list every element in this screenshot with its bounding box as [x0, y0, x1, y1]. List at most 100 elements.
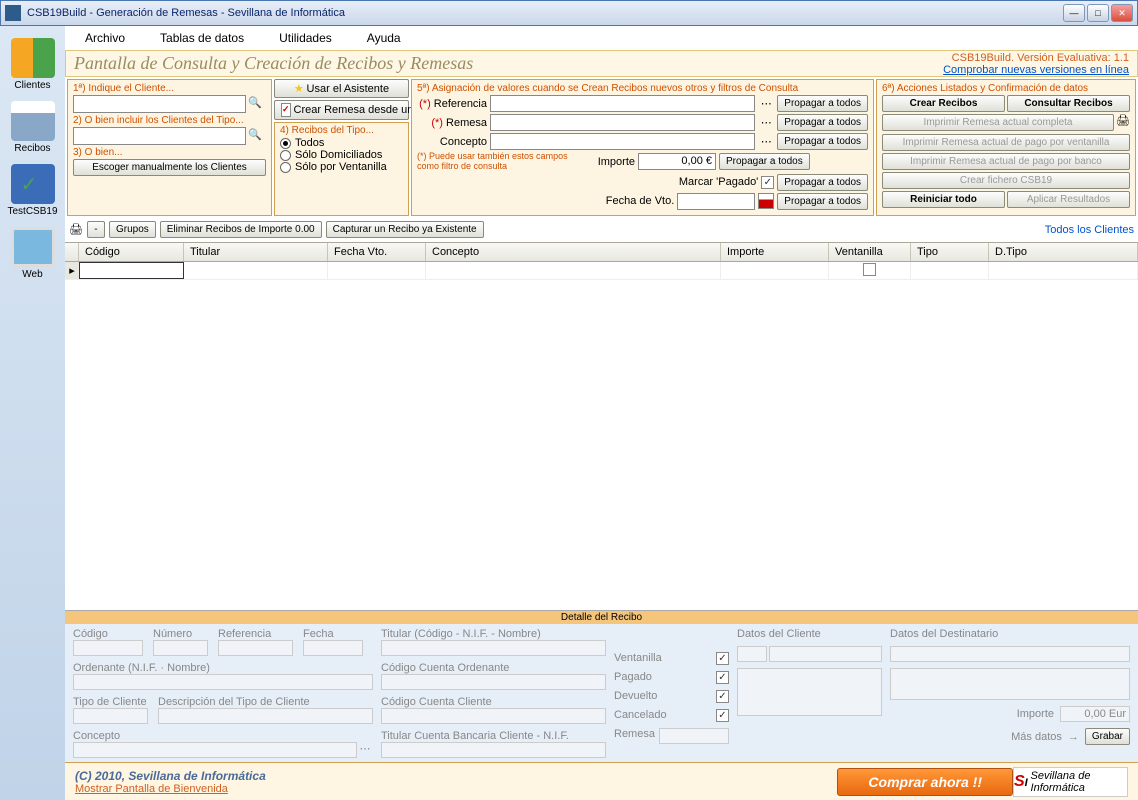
binoculars-icon[interactable]: 🔍: [248, 128, 266, 144]
grid-body[interactable]: ▸: [65, 262, 1138, 610]
grupos-button[interactable]: Grupos: [109, 221, 156, 238]
comprar-button[interactable]: Comprar ahora !!: [837, 768, 1013, 796]
tipo-input[interactable]: [73, 127, 246, 145]
det-remesa-input[interactable]: [659, 728, 729, 744]
imprimir-completa-button[interactable]: Imprimir Remesa actual completa: [882, 114, 1114, 131]
dots-icon[interactable]: ⋯: [758, 116, 774, 129]
printer-icon[interactable]: 🖨: [1116, 114, 1130, 133]
panel-acciones: 6ª) Acciones Listados y Confirmación de …: [876, 79, 1136, 216]
star-icon: ★: [294, 83, 304, 95]
menu-archivo[interactable]: Archivo: [85, 31, 125, 45]
det-can-checkbox[interactable]: [716, 709, 729, 722]
dots-icon[interactable]: ⋯: [758, 97, 774, 110]
det-titular-input[interactable]: [381, 640, 606, 656]
company-logo: SI Sevillana de Informática: [1013, 767, 1128, 797]
remesa-input[interactable]: [490, 114, 755, 131]
reiniciar-button[interactable]: Reiniciar todo: [882, 191, 1005, 208]
radio-todos[interactable]: [280, 138, 291, 149]
radio-domiciliados[interactable]: [280, 150, 291, 161]
fecha-vto-input[interactable]: [677, 193, 755, 210]
menu-utilidades[interactable]: Utilidades: [279, 31, 332, 45]
panel-d-title: 6ª) Acciones Listados y Confirmación de …: [882, 83, 1130, 94]
det-cco-input[interactable]: [381, 674, 606, 690]
det-desc-input[interactable]: [158, 708, 373, 724]
propagar-rem-button[interactable]: Propagar a todos: [777, 114, 868, 131]
panel-asistente: ★ Usar el Asistente ✓Crear Remesa desde …: [274, 79, 409, 216]
crear-recibos-button[interactable]: Crear Recibos: [882, 95, 1005, 112]
det-tipo-input[interactable]: [73, 708, 148, 724]
sidebar-web[interactable]: Web: [5, 223, 61, 284]
aplicar-button[interactable]: Aplicar Resultados: [1007, 191, 1130, 208]
printer-icon[interactable]: 🖨: [69, 223, 83, 236]
maximize-button[interactable]: □: [1087, 4, 1109, 22]
col-ventanilla[interactable]: Ventanilla: [829, 243, 911, 261]
close-button[interactable]: ✕: [1111, 4, 1133, 22]
col-tipo[interactable]: Tipo: [911, 243, 989, 261]
imprimir-ventanilla-button[interactable]: Imprimir Remesa actual de pago por venta…: [882, 134, 1130, 151]
propagar-fv-button[interactable]: Propagar a todos: [777, 193, 868, 210]
det-fecha-input[interactable]: [303, 640, 363, 656]
minimize-button[interactable]: —: [1063, 4, 1085, 22]
det-ref-input[interactable]: [218, 640, 293, 656]
det-ccc-input[interactable]: [381, 708, 606, 724]
left-sidebar: Clientes Recibos ✓ TestCSB19 Web: [0, 26, 65, 800]
menu-tablas[interactable]: Tablas de datos: [160, 31, 244, 45]
consultar-recibos-button[interactable]: Consultar Recibos: [1007, 95, 1130, 112]
col-codigo[interactable]: Código: [79, 243, 184, 261]
det-dev-checkbox[interactable]: [716, 690, 729, 703]
propagar-con-button[interactable]: Propagar a todos: [777, 133, 868, 150]
imprimir-banco-button[interactable]: Imprimir Remesa actual de pago por banco: [882, 153, 1130, 170]
det-importe-input[interactable]: 0,00 Eur: [1060, 706, 1130, 722]
footer: (C) 2010, Sevillana de Informática Mostr…: [65, 762, 1138, 800]
eliminar-cero-button[interactable]: Eliminar Recibos de Importe 0.00: [160, 221, 322, 238]
escoger-clientes-button[interactable]: Escoger manualmente los Clientes: [73, 159, 266, 176]
propagar-imp-button[interactable]: Propagar a todos: [719, 153, 810, 170]
grid-toolbar: 🖨 - Grupos Eliminar Recibos de Importe 0…: [65, 218, 1138, 242]
radio-ventanilla[interactable]: [280, 162, 291, 173]
crear-csv-button[interactable]: ✓Crear Remesa desde un fichero .csv: [274, 100, 409, 120]
check-updates-link[interactable]: Comprobar nuevas versiones en línea: [943, 64, 1129, 76]
cell-codigo[interactable]: [79, 262, 184, 279]
importe-input[interactable]: 0,00 €: [638, 153, 716, 170]
propagar-pag-button[interactable]: Propagar a todos: [777, 174, 868, 191]
det-pag-checkbox[interactable]: [716, 671, 729, 684]
table-row[interactable]: ▸: [65, 262, 1138, 280]
cliente-input[interactable]: [73, 95, 246, 113]
menu-ayuda[interactable]: Ayuda: [367, 31, 401, 45]
det-cliente-text[interactable]: [737, 668, 882, 716]
concepto-input[interactable]: [490, 133, 755, 150]
dots-icon[interactable]: ⋯: [758, 135, 774, 148]
col-titular[interactable]: Titular: [184, 243, 328, 261]
calendar-icon[interactable]: [758, 193, 774, 209]
collapse-button[interactable]: -: [87, 221, 105, 238]
propagar-ref-button[interactable]: Propagar a todos: [777, 95, 868, 112]
sidebar-testcsb[interactable]: ✓ TestCSB19: [5, 160, 61, 221]
ventanilla-checkbox[interactable]: [863, 263, 876, 276]
col-concepto[interactable]: Concepto: [426, 243, 721, 261]
row-indicator-icon: ▸: [65, 262, 79, 279]
dots-icon[interactable]: ⋯: [357, 742, 373, 758]
pagado-checkbox[interactable]: [761, 176, 774, 189]
det-numero-input[interactable]: [153, 640, 208, 656]
det-tcb-input[interactable]: [381, 742, 606, 758]
printer-icon: [11, 101, 55, 141]
det-vent-checkbox[interactable]: [716, 652, 729, 665]
capturar-recibo-button[interactable]: Capturar un Recibo ya Existente: [326, 221, 484, 238]
det-ordenante-input[interactable]: [73, 674, 373, 690]
referencia-input[interactable]: [490, 95, 755, 112]
binoculars-icon[interactable]: 🔍: [248, 96, 266, 112]
det-concepto-input[interactable]: [73, 742, 357, 758]
crear-csb19-button[interactable]: Crear fichero CSB19: [882, 172, 1130, 189]
todos-clientes-label: Todos los Clientes: [1045, 224, 1134, 236]
col-dtipo[interactable]: D.Tipo: [989, 243, 1138, 261]
col-importe[interactable]: Importe: [721, 243, 829, 261]
sidebar-recibos[interactable]: Recibos: [5, 97, 61, 158]
grid-header: Código Titular Fecha Vto. Concepto Impor…: [65, 242, 1138, 262]
det-codigo-input[interactable]: [73, 640, 143, 656]
asistente-button[interactable]: ★ Usar el Asistente: [274, 79, 409, 98]
sidebar-clientes[interactable]: Clientes: [5, 34, 61, 95]
grabar-button[interactable]: Grabar: [1085, 728, 1130, 745]
label-clientes-tipo: 2) O bien incluir los Clientes del Tipo.…: [73, 115, 266, 126]
col-fecha[interactable]: Fecha Vto.: [328, 243, 426, 261]
welcome-link[interactable]: Mostrar Pantalla de Bienvenida: [75, 783, 228, 795]
